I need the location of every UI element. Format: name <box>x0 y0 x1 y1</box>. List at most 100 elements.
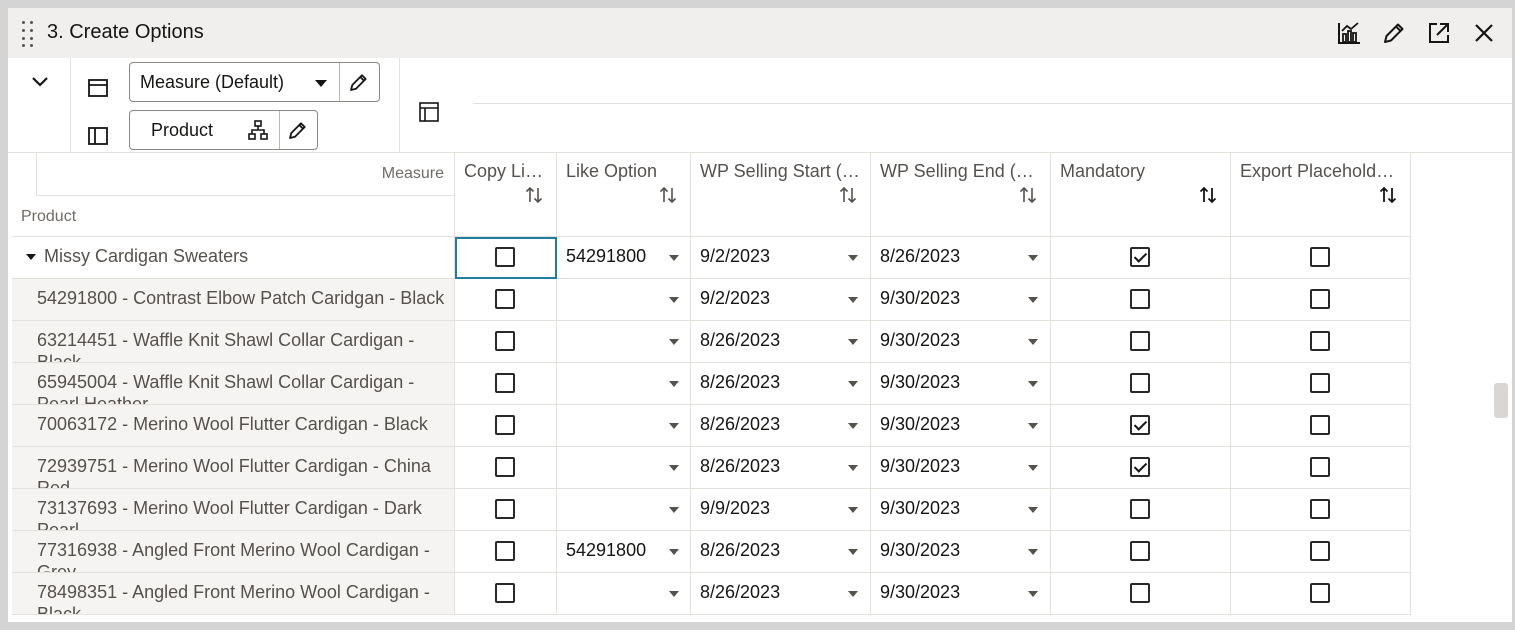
sort-icon[interactable] <box>1198 185 1218 205</box>
pivot-layout-icon[interactable] <box>417 100 441 124</box>
row-header[interactable]: 72939751 - Merino Wool Flutter Cardigan … <box>12 447 455 489</box>
chart-icon[interactable] <box>1336 20 1362 46</box>
cell-mandatory[interactable] <box>1051 363 1231 405</box>
checkbox[interactable] <box>495 583 515 603</box>
dropdown-arrow-icon[interactable] <box>669 423 679 429</box>
edit-product-pencil-icon[interactable] <box>287 119 309 141</box>
cell-export[interactable] <box>1231 531 1411 573</box>
cell-export[interactable] <box>1231 321 1411 363</box>
column-header-copy[interactable]: Copy Li… <box>455 153 557 237</box>
dropdown-arrow-icon[interactable] <box>315 80 327 87</box>
cell-end[interactable]: 9/30/2023 <box>871 363 1051 405</box>
row-header[interactable]: 70063172 - Merino Wool Flutter Cardigan … <box>12 405 455 447</box>
checkbox[interactable] <box>1130 583 1150 603</box>
cell-mandatory[interactable] <box>1051 447 1231 489</box>
checkbox[interactable] <box>1310 583 1330 603</box>
checkbox[interactable] <box>1310 457 1330 477</box>
sort-icon[interactable] <box>838 185 858 205</box>
column-header-selling-end[interactable]: WP Selling End (… <box>871 153 1051 237</box>
row-header[interactable]: 73137693 - Merino Wool Flutter Cardigan … <box>12 489 455 531</box>
dropdown-arrow-icon[interactable] <box>848 297 858 303</box>
column-header-mandatory[interactable]: Mandatory <box>1051 153 1231 237</box>
dropdown-arrow-icon[interactable] <box>1028 549 1038 555</box>
cell-mandatory[interactable] <box>1051 321 1231 363</box>
checkbox[interactable] <box>495 457 515 477</box>
sort-icon[interactable] <box>1018 185 1038 205</box>
checkbox[interactable] <box>1310 289 1330 309</box>
checkbox[interactable] <box>1130 541 1150 561</box>
checkbox[interactable] <box>495 499 515 519</box>
checkbox[interactable] <box>1130 373 1150 393</box>
cell-like[interactable] <box>557 489 691 531</box>
dropdown-arrow-icon[interactable] <box>669 591 679 597</box>
sort-icon[interactable] <box>658 185 678 205</box>
cell-start[interactable]: 9/9/2023 <box>691 489 871 531</box>
dropdown-arrow-icon[interactable] <box>1028 339 1038 345</box>
cell-start[interactable]: 9/2/2023 <box>691 237 871 279</box>
cell-start[interactable]: 8/26/2023 <box>691 321 871 363</box>
row-header-parent[interactable]: Missy Cardigan Sweaters <box>12 237 455 279</box>
dropdown-arrow-icon[interactable] <box>669 507 679 513</box>
row-header[interactable]: 54291800 - Contrast Elbow Patch Caridgan… <box>12 279 455 321</box>
cell-end[interactable]: 9/30/2023 <box>871 321 1051 363</box>
dropdown-arrow-icon[interactable] <box>1028 465 1038 471</box>
dropdown-arrow-icon[interactable] <box>669 255 679 261</box>
expand-icon[interactable] <box>1426 20 1452 46</box>
dropdown-arrow-icon[interactable] <box>1028 255 1038 261</box>
cell-like[interactable]: 54291800 <box>557 531 691 573</box>
dropdown-arrow-icon[interactable] <box>669 297 679 303</box>
drag-grip-icon[interactable] <box>22 21 36 47</box>
cell-end[interactable]: 9/30/2023 <box>871 447 1051 489</box>
checkbox[interactable] <box>1310 247 1330 267</box>
checkbox[interactable] <box>1130 247 1150 267</box>
pencil-icon[interactable] <box>1381 20 1407 46</box>
cell-mandatory[interactable] <box>1051 237 1231 279</box>
dropdown-arrow-icon[interactable] <box>1028 381 1038 387</box>
checkbox[interactable] <box>1310 373 1330 393</box>
checkbox[interactable] <box>1310 331 1330 351</box>
cell-copy[interactable] <box>455 405 557 447</box>
row-header[interactable]: 65945004 - Waffle Knit Shawl Collar Card… <box>12 363 455 405</box>
measure-pill[interactable]: Measure (Default) <box>129 62 380 102</box>
cell-mandatory[interactable] <box>1051 279 1231 321</box>
cell-start[interactable]: 8/26/2023 <box>691 531 871 573</box>
column-header-export-placeholder[interactable]: Export Placehold… <box>1231 153 1411 237</box>
cell-start[interactable]: 8/26/2023 <box>691 447 871 489</box>
checkbox[interactable] <box>1310 499 1330 519</box>
cell-like[interactable] <box>557 321 691 363</box>
hierarchy-icon[interactable] <box>247 119 269 141</box>
cell-export[interactable] <box>1231 447 1411 489</box>
cell-copy[interactable] <box>455 237 557 279</box>
sort-icon[interactable] <box>524 185 544 205</box>
column-header-like-option[interactable]: Like Option <box>557 153 691 237</box>
cell-start[interactable]: 8/26/2023 <box>691 363 871 405</box>
cell-copy[interactable] <box>455 489 557 531</box>
checkbox[interactable] <box>495 289 515 309</box>
dropdown-arrow-icon[interactable] <box>848 381 858 387</box>
expand-caret-icon[interactable] <box>26 254 36 260</box>
cell-end[interactable]: 9/30/2023 <box>871 531 1051 573</box>
checkbox[interactable] <box>1310 541 1330 561</box>
cell-end[interactable]: 9/30/2023 <box>871 573 1051 615</box>
rows-layout-icon[interactable] <box>86 76 110 100</box>
dropdown-arrow-icon[interactable] <box>669 465 679 471</box>
dropdown-arrow-icon[interactable] <box>848 465 858 471</box>
dropdown-arrow-icon[interactable] <box>1028 507 1038 513</box>
checkbox[interactable] <box>495 247 515 267</box>
cell-like[interactable] <box>557 573 691 615</box>
dropdown-arrow-icon[interactable] <box>848 591 858 597</box>
dropdown-arrow-icon[interactable] <box>1028 297 1038 303</box>
cell-copy[interactable] <box>455 279 557 321</box>
checkbox[interactable] <box>1130 499 1150 519</box>
row-header[interactable]: 77316938 - Angled Front Merino Wool Card… <box>12 531 455 573</box>
checkbox[interactable] <box>495 415 515 435</box>
cell-like[interactable] <box>557 447 691 489</box>
cell-start[interactable]: 8/26/2023 <box>691 405 871 447</box>
cell-mandatory[interactable] <box>1051 489 1231 531</box>
checkbox[interactable] <box>495 331 515 351</box>
dropdown-arrow-icon[interactable] <box>848 423 858 429</box>
cell-end[interactable]: 8/26/2023 <box>871 237 1051 279</box>
cell-start[interactable]: 9/2/2023 <box>691 279 871 321</box>
cell-export[interactable] <box>1231 279 1411 321</box>
vertical-scrollbar[interactable] <box>1494 383 1508 418</box>
